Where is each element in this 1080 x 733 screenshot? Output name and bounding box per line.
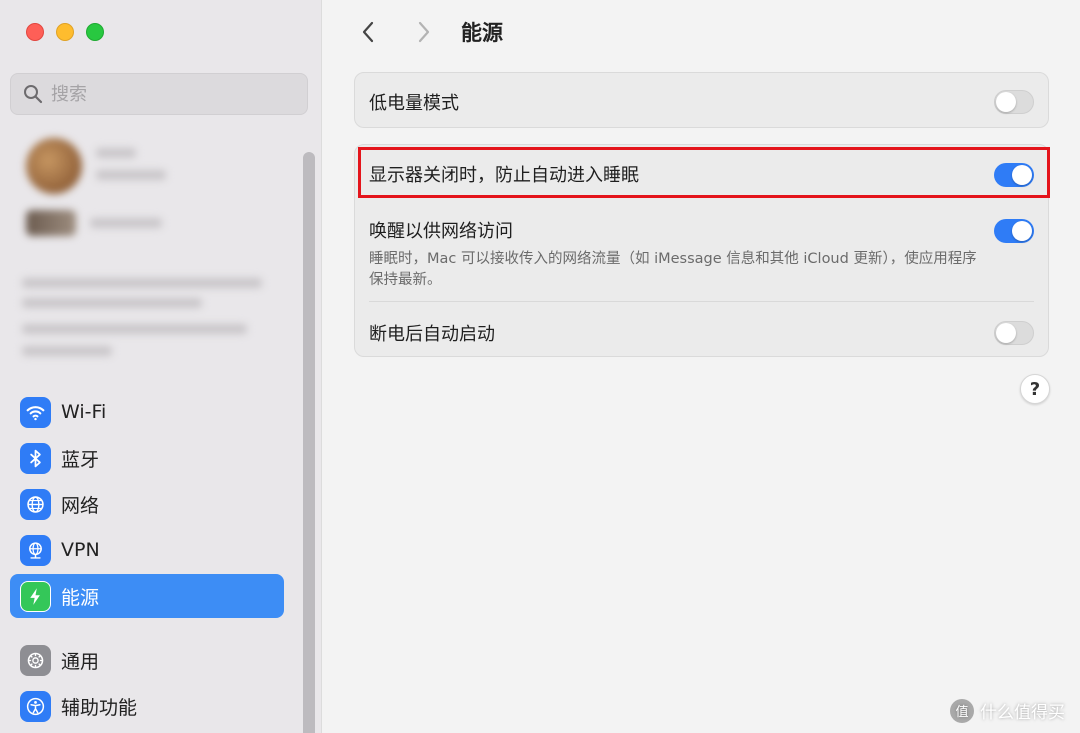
bolt-icon [20,580,51,612]
gear-icon [20,644,51,676]
search-input[interactable] [51,83,271,105]
auto-restart-toggle[interactable] [994,321,1034,345]
watermark-logo-icon: 值 [950,698,974,723]
chevron-right-icon [418,21,430,43]
sidebar-scrollbar[interactable] [303,152,315,733]
sidebar-item-accessibility[interactable]: 辅助功能 [10,684,284,728]
sidebar-item-general[interactable]: 通用 [10,638,284,682]
wake-network-description: 睡眠时，Mac 可以接收传入的网络流量（如 iMessage 信息和其他 iCl… [369,251,977,288]
sidebar-item-label: 蓝牙 [61,448,100,471]
vpn-globe-icon [20,534,51,566]
sidebar-item-vpn[interactable]: VPN [10,528,284,572]
low-power-row: 低电量模式 [369,89,1034,115]
sidebar-item-energy[interactable]: 能源 [10,574,284,618]
sidebar-item-label: 辅助功能 [61,696,138,719]
accessibility-icon [20,690,51,722]
row-divider [369,301,1034,302]
auto-restart-label: 断电后自动启动 [369,324,495,345]
wifi-icon [20,396,51,428]
wake-network-label: 唤醒以供网络访问 [369,221,513,242]
sidebar-item-network[interactable]: 网络 [10,482,284,526]
sidebar-item-label: 通用 [61,650,100,673]
low-power-label: 低电量模式 [369,93,459,114]
minimize-window-button[interactable] [56,23,74,41]
annotation-highlight-box [358,147,1050,198]
sidebar-item-bluetooth[interactable]: 蓝牙 [10,436,284,480]
low-power-card: 低电量模式 [354,72,1049,128]
auto-restart-row: 断电后自动启动 [369,320,1034,346]
globe-icon [20,488,51,520]
maximize-window-button[interactable] [86,23,104,41]
wake-network-row: 唤醒以供网络访问 睡眠时，Mac 可以接收传入的网络流量（如 iMessage … [369,217,1034,291]
search-field[interactable] [10,73,308,115]
sidebar-item-label: VPN [61,539,100,561]
toolbar: 能源 [353,15,503,49]
page-title: 能源 [461,21,503,45]
main-panel: 能源 低电量模式 显示器关闭时，防止自动进入睡眠 唤醒以供网络访问 睡眠时，Ma… [323,0,1080,733]
watermark: 值 什么值得买 [950,698,1065,723]
sidebar-item-label: 网络 [61,494,100,517]
watermark-text: 什么值得买 [980,703,1065,723]
forward-button[interactable] [409,15,439,49]
window-controls [26,23,104,41]
wake-network-toggle[interactable] [994,219,1034,243]
close-window-button[interactable] [26,23,44,41]
low-power-toggle[interactable] [994,90,1034,114]
sidebar-nav: Wi-Fi 蓝牙 网络 VPN 能源 通用 辅助功能 [10,390,284,730]
sidebar-item-label: 能源 [61,586,100,609]
chevron-left-icon [362,21,374,43]
help-button[interactable]: ? [1020,374,1050,404]
back-button[interactable] [353,15,383,49]
bluetooth-icon [20,442,51,474]
blurred-account-area [12,124,294,372]
search-icon [24,85,43,104]
sidebar-item-wifi[interactable]: Wi-Fi [10,390,284,434]
sidebar: Wi-Fi 蓝牙 网络 VPN 能源 [0,0,322,733]
sidebar-item-label: Wi-Fi [61,401,107,423]
account-avatar [26,138,82,194]
